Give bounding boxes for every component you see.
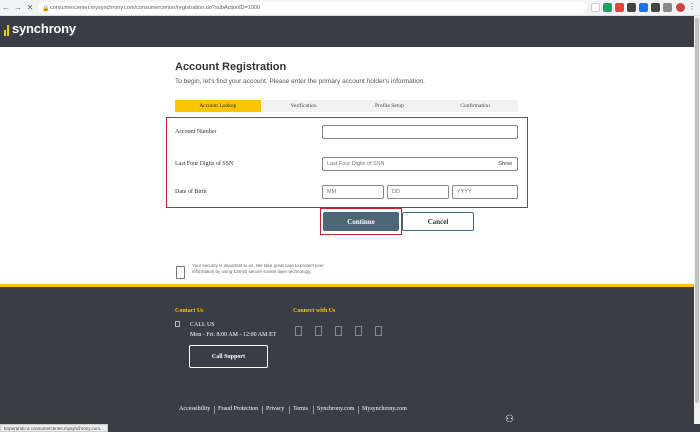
support-hours: Mon - Fri: 8:00 AM - 12:00 AM ET bbox=[190, 332, 277, 338]
progress-steps: Account Lookup Verification Profile Setu… bbox=[175, 100, 518, 112]
stop-icon[interactable]: ✕ bbox=[24, 3, 36, 12]
extension-icon[interactable] bbox=[627, 3, 636, 12]
page-title: Account Registration bbox=[175, 61, 287, 73]
footer-link-accessibility[interactable]: Accessibility bbox=[179, 406, 210, 412]
account-number-label: Account Number bbox=[175, 129, 217, 135]
call-us-label: CALL US bbox=[190, 322, 215, 328]
address-bar[interactable]: 🔒 consumercenter.mysynchrony.com/consume… bbox=[38, 2, 586, 14]
ssn-input[interactable]: Last Four Digits of SSN Show bbox=[322, 157, 518, 171]
footer-link-mysynchrony[interactable]: Mysynchrony.com bbox=[362, 406, 407, 412]
step-account-lookup: Account Lookup bbox=[175, 100, 261, 112]
page-subtitle: To begin, let's find your account. Pleas… bbox=[175, 78, 425, 85]
security-seal-icon bbox=[176, 266, 185, 279]
account-number-input[interactable] bbox=[322, 125, 518, 139]
connect-heading: Connect with Us bbox=[293, 308, 336, 314]
linkedin-icon[interactable] bbox=[375, 326, 382, 336]
youtube-icon[interactable] bbox=[355, 326, 362, 336]
extensions-puzzle-icon[interactable] bbox=[651, 3, 660, 12]
dob-label: Date of Birth bbox=[175, 189, 207, 195]
dob-month-input[interactable]: MM bbox=[322, 185, 384, 199]
contact-us-heading: Contact Us bbox=[175, 308, 204, 314]
continue-button[interactable]: Continue bbox=[323, 212, 399, 231]
scrollbar-thumb[interactable] bbox=[695, 18, 699, 403]
footer-link-fraud-protection[interactable]: Fraud Protection bbox=[218, 406, 258, 412]
call-support-button[interactable]: Call Support bbox=[189, 345, 268, 368]
twitter-icon[interactable] bbox=[315, 326, 322, 336]
profile-icon[interactable] bbox=[663, 3, 672, 12]
site-header bbox=[0, 16, 700, 47]
step-profile-setup: Profile Setup bbox=[374, 103, 404, 109]
ssn-placeholder: Last Four Digits of SSN bbox=[327, 161, 385, 167]
instagram-icon[interactable] bbox=[335, 326, 342, 336]
step-verification: Verification bbox=[290, 103, 317, 109]
step-confirmation: Confirmation bbox=[460, 103, 490, 109]
footer-link-synchrony[interactable]: Synchrony.com bbox=[317, 406, 354, 412]
cancel-button[interactable]: Cancel bbox=[402, 212, 474, 231]
extension-icon[interactable] bbox=[591, 3, 600, 12]
dob-day-input[interactable]: DD bbox=[387, 185, 449, 199]
ssn-label: Last Four Digits of SSN bbox=[175, 161, 234, 167]
footer-link-terms[interactable]: Terms bbox=[293, 406, 308, 412]
extension-icon[interactable] bbox=[639, 3, 648, 12]
facebook-icon[interactable] bbox=[295, 326, 302, 336]
menu-icon[interactable]: ⋮ bbox=[688, 3, 697, 12]
back-icon[interactable]: ← bbox=[0, 3, 12, 12]
phone-icon bbox=[175, 321, 180, 327]
extension-icon[interactable] bbox=[603, 3, 612, 12]
avatar[interactable] bbox=[676, 3, 685, 12]
dob-year-input[interactable]: YYYY bbox=[452, 185, 518, 199]
security-text: Your security is important to us. We tak… bbox=[192, 263, 324, 274]
extension-icon[interactable] bbox=[615, 3, 624, 12]
accessibility-icon[interactable]: ⚇ bbox=[505, 414, 514, 425]
browser-status-bar: Esperando a consumercenter.mysynchrony.c… bbox=[0, 424, 108, 432]
synchrony-logo[interactable]: synchrony bbox=[4, 22, 76, 36]
show-ssn-toggle[interactable]: Show bbox=[498, 161, 512, 167]
footer-link-privacy[interactable]: Privacy bbox=[266, 406, 284, 412]
url-text: consumercenter.mysynchrony.com/consumerc… bbox=[50, 5, 261, 11]
forward-icon[interactable]: → bbox=[12, 3, 24, 12]
lock-icon: 🔒 bbox=[42, 5, 50, 12]
